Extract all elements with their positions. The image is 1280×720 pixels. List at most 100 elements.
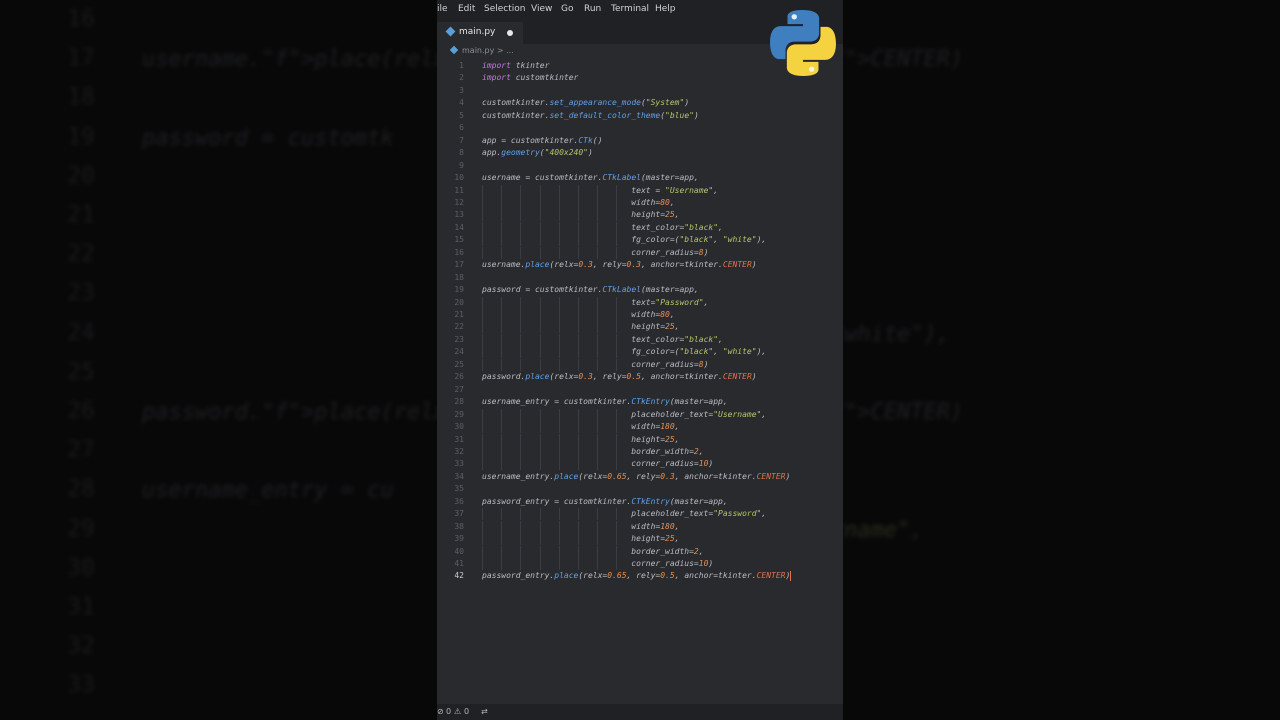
line-number: 6 [459, 123, 464, 133]
code-text: height=25, [482, 434, 680, 444]
code-text: height=25, [482, 322, 680, 332]
error-count[interactable]: 0 [446, 707, 451, 716]
code-line[interactable]: 8 app.geometry("400x240") [437, 147, 843, 159]
code-line[interactable]: 25 corner_radius=8) [437, 358, 843, 371]
warning-count[interactable]: 0 [464, 707, 469, 716]
menu-edit[interactable]: Edit [458, 4, 475, 14]
code-line[interactable]: 29 placeholder_text="Username", [437, 408, 843, 421]
code-text: width=80, [482, 310, 675, 319]
tab-main-py[interactable]: main.py [437, 22, 523, 44]
menu-help[interactable]: Help [655, 4, 676, 14]
code-text: password.place(relx=0.3, rely=0.5, ancho… [482, 372, 757, 382]
code-text: corner_radius=10) [482, 559, 714, 568]
code-line[interactable]: 14 text_color="black", [437, 221, 843, 234]
line-number: 19 [454, 285, 464, 295]
code-line[interactable]: 38 width=180, [437, 520, 843, 533]
code-line[interactable]: 34 username_entry.place(relx=0.65, rely=0… [437, 471, 843, 483]
code-line[interactable]: 5 customtkinter.set_default_color_theme("… [437, 110, 843, 122]
status-bar: ⊘ 0 ⚠ 0 ⇄ [437, 704, 843, 720]
line-number: 28 [454, 397, 464, 407]
text-cursor [790, 570, 792, 581]
code-line[interactable]: 15 fg_color=("black", "white"), [437, 234, 843, 247]
menu-terminal[interactable]: Terminal [611, 4, 649, 14]
python-logo [770, 10, 836, 76]
menu-run[interactable]: Run [584, 4, 601, 14]
code-line[interactable]: 28 username_entry = customtkinter.CTkEntr… [437, 396, 843, 408]
code-line[interactable]: 27 [437, 384, 843, 396]
line-number: 23 [454, 334, 464, 344]
line-number: 30 [454, 422, 464, 432]
code-text: placeholder_text="Username", [482, 409, 767, 419]
code-line[interactable]: 11 text = "Username", [437, 184, 843, 197]
line-number: 15 [454, 235, 464, 245]
background-dim-left [0, 0, 437, 720]
line-number: 27 [454, 384, 464, 394]
code-line[interactable]: 19 password = customtkinter.CTkLabel(mast… [437, 284, 843, 296]
code-line[interactable]: 21 width=80, [437, 309, 843, 321]
code-line[interactable]: 23 text_color="black", [437, 333, 843, 346]
menu-view[interactable]: View [531, 4, 552, 14]
line-number: 5 [459, 110, 464, 120]
code-line[interactable]: 33 corner_radius=10) [437, 458, 843, 471]
code-line[interactable]: 39 height=25, [437, 533, 843, 546]
code-editor-window: ile Edit Selection View Go Run Terminal … [437, 0, 843, 720]
remote-broadcast-icon[interactable]: ⇄ [481, 707, 488, 716]
line-number: 29 [454, 409, 464, 419]
menu-selection[interactable]: Selection [484, 4, 525, 14]
code-line[interactable]: 20 text="Password", [437, 296, 843, 309]
code-line[interactable]: 18 [437, 272, 843, 284]
code-line[interactable]: 13 height=25, [437, 209, 843, 222]
code-text: customtkinter.set_default_color_theme("b… [482, 110, 699, 120]
menu-go[interactable]: Go [561, 4, 573, 14]
warning-icon[interactable]: ⚠ [454, 707, 461, 716]
code-line[interactable]: 4 customtkinter.set_appearance_mode("Syst… [437, 97, 843, 109]
code-text: border_width=2, [482, 546, 704, 556]
breadcrumb-file[interactable]: main.py [462, 46, 494, 55]
code-line[interactable]: 30 width=180, [437, 421, 843, 434]
code-text: width=180, [482, 521, 680, 531]
code-line[interactable]: 24 fg_color=("black", "white"), [437, 346, 843, 359]
line-number: 21 [454, 310, 464, 319]
background-dim-right [843, 0, 1280, 720]
code-line[interactable]: 6 [437, 122, 843, 134]
code-text: username.place(relx=0.3, rely=0.3, ancho… [482, 260, 757, 270]
code-line[interactable]: 16 corner_radius=8) [437, 246, 843, 259]
code-text: corner_radius=10) [482, 459, 714, 469]
code-line[interactable]: 41 corner_radius=10) [437, 558, 843, 570]
code-text: password_entry.place(relx=0.65, rely=0.5… [482, 570, 792, 581]
line-number: 11 [454, 185, 464, 195]
error-icon[interactable]: ⊘ [437, 707, 444, 716]
breadcrumb: main.py > ... [449, 45, 514, 55]
breadcrumb-separator: > [496, 46, 504, 55]
code-line[interactable]: 36 password_entry = customtkinter.CTkEntr… [437, 496, 843, 508]
breadcrumb-rest[interactable]: ... [506, 46, 514, 55]
code-line[interactable]: 42 password_entry.place(relx=0.65, rely=0… [437, 570, 843, 582]
code-line[interactable]: 22 height=25, [437, 321, 843, 334]
code-line[interactable]: 37 placeholder_text="Password", [437, 508, 843, 521]
line-number: 2 [459, 73, 464, 83]
line-number: 18 [454, 272, 464, 282]
code-line[interactable]: 3 [437, 85, 843, 97]
code-text: text_color="black", [482, 334, 723, 344]
code-line[interactable]: 31 height=25, [437, 433, 843, 446]
unsaved-dot-icon[interactable] [507, 30, 513, 36]
code-line[interactable]: 17 username.place(relx=0.3, rely=0.3, anc… [437, 259, 843, 271]
python-file-icon [445, 26, 456, 37]
line-number: 13 [454, 210, 464, 220]
line-number: 33 [454, 459, 464, 469]
code-text: customtkinter.set_appearance_mode("Syste… [482, 98, 690, 108]
line-number: 38 [454, 521, 464, 531]
line-number: 26 [454, 372, 464, 382]
code-line[interactable]: 7 app = customtkinter.CTk() [437, 135, 843, 147]
line-number: 9 [459, 160, 464, 170]
code-line[interactable]: 12 width=80, [437, 196, 843, 209]
code-line[interactable]: 35 [437, 483, 843, 495]
code-line[interactable]: 32 border_width=2, [437, 445, 843, 458]
code-line[interactable]: 40 border_width=2, [437, 545, 843, 558]
code-line[interactable]: 9 [437, 160, 843, 172]
code-text: fg_color=("black", "white"), [482, 347, 767, 357]
code-text: username_entry.place(relx=0.65, rely=0.3… [482, 471, 791, 481]
code-line[interactable]: 26 password.place(relx=0.3, rely=0.5, anc… [437, 371, 843, 383]
code-line[interactable]: 10 username = customtkinter.CTkLabel(mast… [437, 172, 843, 184]
menu-file[interactable]: ile [437, 4, 448, 14]
